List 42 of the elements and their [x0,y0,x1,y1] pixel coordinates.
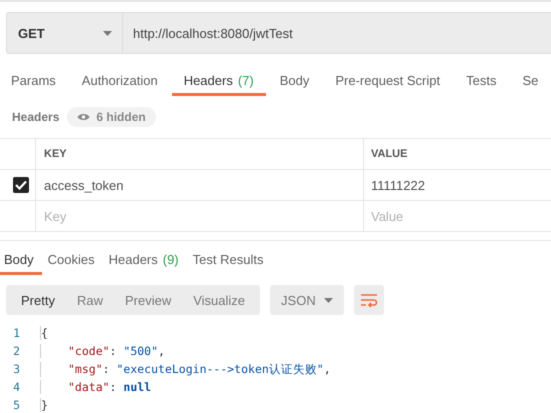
url-field[interactable]: http://localhost:8080/jwtTest [123,12,551,54]
method-dropdown[interactable]: GET [6,12,123,54]
tab[interactable]: Cookies [42,247,103,275]
key-input-field[interactable]: Key [44,208,332,224]
code-line: } [40,398,48,412]
wrap-lines-button[interactable] [354,285,384,315]
eye-icon [77,113,90,121]
view-mode-button[interactable]: Preview [114,285,182,315]
section-title: Headers [12,110,60,124]
tab[interactable]: Test Results [186,247,272,275]
line-number: 4 [12,380,21,394]
tab[interactable]: Headers (7) [172,68,266,96]
wrap-lines-icon [360,293,378,307]
tab[interactable]: Se [510,68,550,96]
hidden-headers-toggle[interactable]: 6 hidden [67,107,156,127]
tab[interactable]: Body [0,247,42,275]
view-mode-button[interactable]: Visualize [182,285,256,315]
line-number: 2 [12,344,21,358]
code-line: { [40,326,48,340]
view-mode-button[interactable]: Pretty [10,285,66,315]
view-mode-button[interactable]: Raw [66,285,114,315]
column-header: KEY [44,148,67,160]
tab[interactable]: Pre-request Script [323,68,452,96]
caret-icon [324,298,334,302]
tab[interactable]: Authorization [70,68,170,96]
line-number: 5 [12,398,21,412]
code-line: "msg": "executeLogin--->token认证失败", [40,362,331,376]
table-cell: access_token [44,178,124,192]
format-dropdown[interactable]: JSON [270,285,344,315]
line-number: 3 [12,362,21,376]
code-line: "data": null [40,380,152,394]
tab[interactable]: Body [268,68,322,96]
line-number: 1 [12,326,21,340]
caret-icon [103,30,112,36]
tab[interactable]: Tests [454,68,508,96]
table-cell: 11111222 [371,178,425,192]
checkbox[interactable] [12,177,28,193]
value-input-field[interactable]: Value [371,208,533,224]
code-line: "code": "500", [40,344,165,358]
column-header: VALUE [371,148,408,160]
tab[interactable]: Headers (9) [102,247,187,275]
tab[interactable]: Params [0,68,68,96]
